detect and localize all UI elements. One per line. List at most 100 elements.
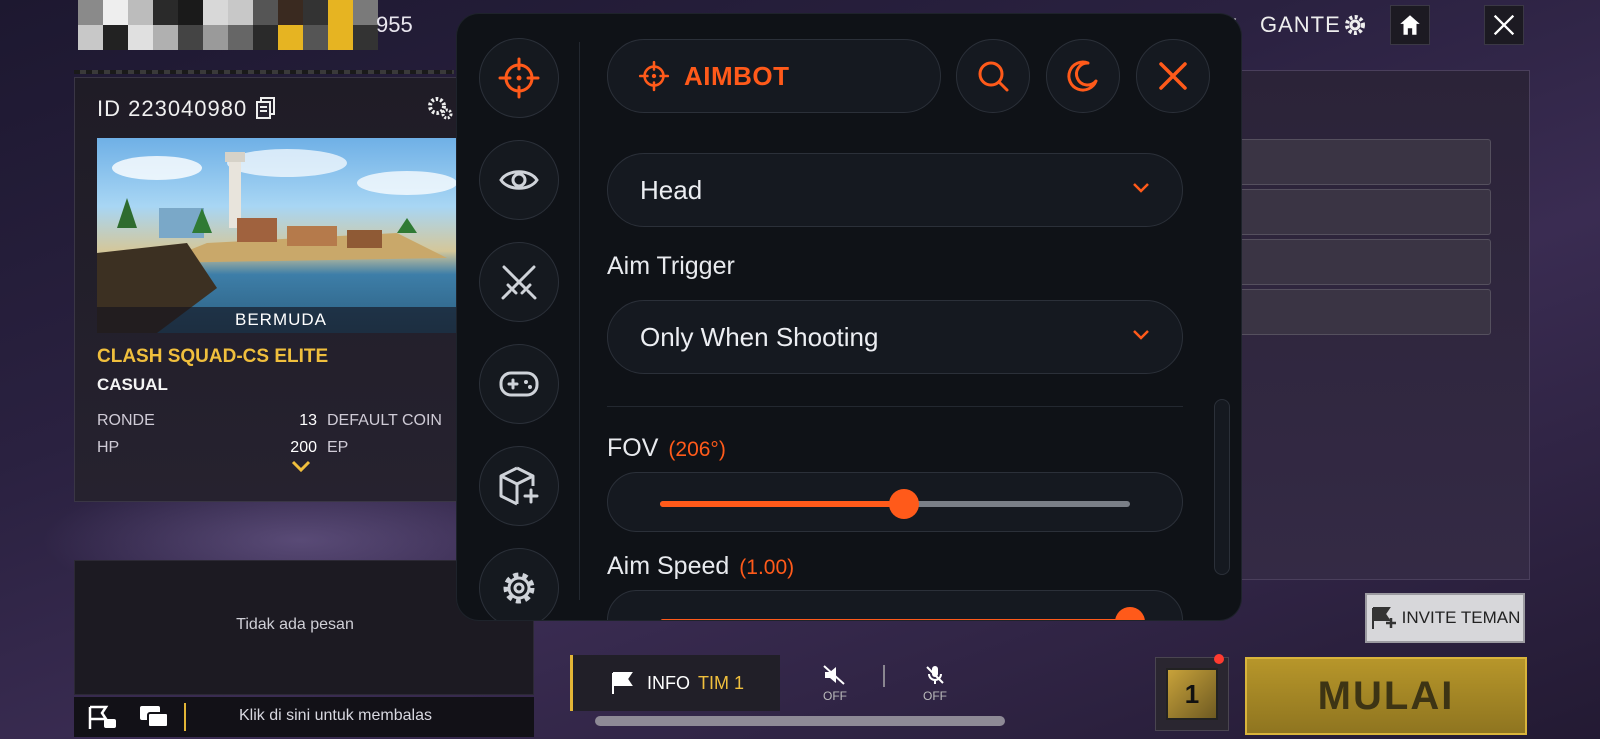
expand-chevron-icon[interactable] — [291, 460, 311, 472]
box-plus-icon — [499, 466, 539, 506]
sidebar-item-esp[interactable] — [479, 140, 559, 220]
aim-trigger-label: Aim Trigger — [607, 252, 735, 280]
swords-icon — [501, 265, 537, 300]
section-separator — [607, 406, 1183, 407]
invite-label: INVITE TEMAN — [1401, 608, 1521, 627]
censored-player-area — [78, 0, 378, 50]
bottom-scrollbar[interactable] — [595, 716, 1005, 726]
stat-label: RONDE — [97, 412, 155, 429]
team-slots-panel — [1210, 70, 1530, 580]
player-name: GANTE — [1260, 12, 1341, 37]
chat-reply-bar[interactable]: Klik di sini untuk membalas — [74, 697, 534, 737]
flag-plus-icon — [1371, 607, 1396, 629]
aimbot-panel: AIMBOT Head Aim Trigger Only When Shooti… — [457, 14, 1241, 620]
chat-divider — [184, 703, 186, 731]
chevron-down-icon — [1133, 330, 1149, 340]
notification-dot — [1214, 654, 1224, 664]
exit-icon[interactable] — [1484, 5, 1524, 45]
decor-line — [74, 70, 454, 74]
sidebar-item-combat[interactable] — [479, 242, 559, 322]
close-icon — [1159, 62, 1187, 90]
aim-speed-slider[interactable] — [607, 590, 1183, 620]
gear-icon — [503, 572, 535, 604]
mic-muted-icon — [926, 666, 944, 684]
flag-chat-icon[interactable] — [86, 703, 118, 731]
fov-label-row: FOV (206°) — [607, 434, 726, 463]
panel-scrollbar[interactable] — [1214, 399, 1230, 575]
chevron-down-icon — [1133, 183, 1149, 193]
eye-icon — [499, 170, 539, 190]
room-settings-icon[interactable] — [425, 94, 455, 122]
aim-speed-label-row: Aim Speed (1.00) — [607, 552, 794, 581]
chat-empty-text: Tidak ada pesan — [236, 616, 354, 633]
mic-status: OFF — [923, 689, 947, 703]
chat-reply-hint: Klik di sini untuk membalas — [239, 707, 432, 724]
flag-icon — [611, 672, 633, 694]
aim-target-value: Head — [640, 174, 703, 205]
slider-knob[interactable] — [1115, 607, 1145, 620]
moon-icon — [1067, 60, 1098, 92]
map-image: BERMUDA — [97, 138, 465, 333]
invite-friend-button[interactable]: INVITE TEMAN — [1365, 593, 1525, 643]
fov-label: FOV — [607, 434, 659, 462]
map-name: BERMUDA — [97, 307, 465, 333]
copy-icon[interactable] — [255, 96, 277, 120]
sidebar-item-aimbot[interactable] — [479, 38, 559, 118]
stat-label: HP — [97, 439, 120, 456]
info-tim-team: TIM 1 — [697, 672, 744, 693]
gamepad-icon — [499, 371, 539, 397]
room-id: ID 223040980 — [97, 96, 248, 121]
aim-trigger-value: Only When Shooting — [640, 321, 879, 352]
mic-toggle[interactable]: OFF — [915, 664, 955, 703]
stat-label-2: DEFAULT COIN — [327, 412, 442, 429]
team-slot[interactable] — [1211, 189, 1491, 235]
aim-trigger-select[interactable]: Only When Shooting — [607, 300, 1183, 374]
start-button[interactable]: MULAI — [1245, 657, 1527, 735]
cube-counter: 1 — [1166, 668, 1218, 720]
stat-row-hp: HP 200 EP — [97, 439, 457, 457]
team-slot[interactable] — [1211, 239, 1491, 285]
home-icon[interactable] — [1390, 5, 1430, 45]
stat-label-2: EP — [327, 439, 349, 456]
aim-speed-label: Aim Speed — [607, 552, 730, 580]
aim-speed-value: (1.00) — [739, 556, 795, 579]
team-slot[interactable] — [1211, 289, 1491, 335]
info-tim-prefix: INFO — [646, 672, 690, 693]
slider-track — [660, 607, 1145, 620]
panel-header: AIMBOT — [607, 39, 941, 113]
room-info-card: ID 223040980 BERMUDA CLASH SQUAD-CS ELIT… — [74, 77, 465, 502]
mute-divider — [883, 665, 885, 687]
slider-fill — [660, 501, 905, 507]
settings-gear-icon[interactable] — [1335, 5, 1375, 45]
top-currency-number: 955 — [376, 12, 413, 37]
stat-value: 13 — [299, 412, 317, 429]
crosshair-icon — [498, 57, 540, 99]
crosshair-icon — [638, 60, 670, 92]
slider-knob[interactable] — [889, 489, 920, 519]
sidebar-divider — [579, 42, 580, 600]
speaker-muted-icon — [823, 665, 845, 685]
sidebar-item-controls[interactable] — [479, 344, 559, 424]
slider-fill — [660, 619, 1130, 620]
mode-subtitle: CASUAL — [97, 375, 168, 394]
stat-value: 200 — [290, 439, 317, 456]
mode-title: CLASH SQUAD-CS ELITE — [97, 346, 329, 367]
speaker-status: OFF — [823, 689, 847, 703]
close-button[interactable] — [1136, 39, 1210, 113]
aim-target-select[interactable]: Head — [607, 153, 1183, 227]
team-slot[interactable] — [1211, 139, 1491, 185]
slider-track — [660, 489, 1130, 519]
sidebar-item-items[interactable] — [479, 446, 559, 526]
fov-slider[interactable] — [607, 472, 1183, 532]
search-icon — [978, 61, 1009, 92]
theme-toggle-button[interactable] — [1046, 39, 1120, 113]
info-tim-button[interactable]: INFO TIM 1 — [570, 655, 780, 711]
chat-bubbles-icon[interactable] — [138, 703, 170, 731]
panel-title: AIMBOT — [684, 60, 790, 91]
loot-cube[interactable]: 1 — [1155, 654, 1229, 731]
fov-value: (206°) — [668, 438, 726, 461]
search-button[interactable] — [956, 39, 1030, 113]
sidebar-item-settings[interactable] — [479, 548, 559, 620]
speaker-toggle[interactable]: OFF — [815, 664, 855, 703]
stat-row-ronde: RONDE 13 DEFAULT COIN — [97, 412, 457, 430]
